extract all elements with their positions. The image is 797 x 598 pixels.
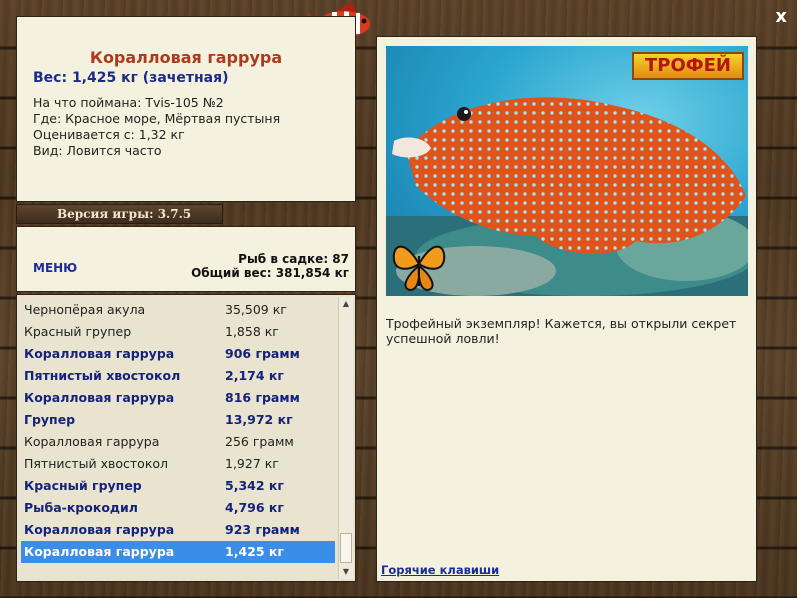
fish-name: Коралловая гарруpa (24, 544, 175, 559)
scroll-down-icon[interactable]: ▼ (339, 565, 353, 579)
fish-name: Коралловая гарруpa (24, 346, 175, 361)
fish-name: Красный групер (24, 478, 142, 493)
fish-weight-value: 256 грамм (225, 434, 294, 449)
trophy-panel: ТРОФЕЙ Трофейный экземпляр! Кажется, вы … (376, 36, 757, 582)
fish-list-row[interactable]: Рыба-крокодил 4,796 кг (21, 497, 335, 519)
fish-weight-value: 5,342 кг (225, 478, 284, 493)
total-weight: Общий вес: 381,854 кг (191, 266, 349, 280)
fish-name: Рыба-крокодил (24, 500, 138, 515)
fish-weight-value: 35,509 кг (225, 302, 287, 317)
fish-name: Чернопёрая акула (24, 302, 146, 317)
fish-list-row[interactable]: Групер 13,972 кг (21, 409, 335, 431)
fish-kind: Вид: Ловится часто (33, 143, 162, 158)
list-scrollbar[interactable]: ▲ ▼ (338, 297, 353, 579)
fish-name: Групер (24, 412, 76, 427)
menu-button[interactable]: МЕНЮ (33, 261, 77, 275)
fish-weight-value: 13,972 кг (225, 412, 293, 427)
trophy-badge: ТРОФЕЙ (632, 52, 744, 80)
game-version: Версия игры: 3.7.5 (16, 204, 223, 224)
fish-weight-value: 4,796 кг (225, 500, 284, 515)
fish-weight-value: 1,927 кг (225, 456, 279, 471)
fish-list-row[interactable]: Красный групер 5,342 кг (21, 475, 335, 497)
fish-name: Пятнистый хвостокол (24, 456, 169, 471)
fish-list-row[interactable]: Коралловая гарруpa 923 грамм (21, 519, 335, 541)
fish-list-row[interactable]: Коралловая гарруpa 256 грамм (21, 431, 335, 453)
fish-photo: ТРОФЕЙ (386, 46, 748, 296)
location: Где: Красное море, Мёртвая пустыня (33, 111, 281, 126)
butterfly-icon (392, 245, 446, 292)
fish-weight-value: 1,425 кг (225, 544, 284, 559)
caught-on: На что поймана: Tvis-105 №2 (33, 95, 224, 110)
scroll-up-icon[interactable]: ▲ (339, 297, 353, 311)
fish-name: Коралловая гарруpa (24, 522, 175, 537)
stats-panel: МЕНЮ Рыб в садке: 87 Общий вес: 381,854 … (16, 226, 356, 292)
catch-info-panel: Коралловая гарруpa Вес: 1,425 кг (зачетн… (16, 16, 356, 202)
fish-name: Красный групер (24, 324, 132, 339)
fish-title: Коралловая гарруpa (89, 48, 283, 67)
fish-list-row[interactable]: Чернопёрая акула 35,509 кг (21, 299, 335, 321)
fish-list-row[interactable]: Пятнистый хвостокол 2,174 кг (21, 365, 335, 387)
fish-name: Коралловая гарруpa (24, 434, 160, 449)
fish-weight-value: 1,858 кг (225, 324, 279, 339)
valued-from: Оценивается с: 1,32 кг (33, 127, 185, 142)
scroll-thumb[interactable] (340, 533, 352, 563)
fish-list: Чернопёрая акула 35,509 кг Красный групер 1… (16, 294, 356, 582)
fish-list-row[interactable]: Красный групер 1,858 кг (21, 321, 335, 343)
fish-weight-value: 816 грамм (225, 390, 300, 405)
close-button[interactable]: x (775, 6, 787, 27)
fish-weight-value: 2,174 кг (225, 368, 284, 383)
fish-list-row[interactable]: Коралловая гарруpa 1,425 кг (21, 541, 335, 563)
fish-weight-value: 906 грамм (225, 346, 300, 361)
trophy-description: Трофейный экземпляр! Кажется, вы открыли… (386, 316, 737, 346)
fish-name: Пятнистый хвостокол (24, 368, 181, 383)
fish-name: Коралловая гарруpa (24, 390, 175, 405)
fish-weight-value: 923 грамм (225, 522, 300, 537)
fish-weight: Вес: 1,425 кг (зачетная) (33, 70, 229, 86)
fish-list-row[interactable]: Коралловая гарруpa 906 грамм (21, 343, 335, 365)
hotkeys-link[interactable]: Горячие клавиши (381, 563, 499, 577)
fish-list-row[interactable]: Пятнистый хвостокол 1,927 кг (21, 453, 335, 475)
fish-count: Рыб в садке: 87 (238, 252, 349, 266)
fish-list-row[interactable]: Коралловая гарруpa 816 грамм (21, 387, 335, 409)
